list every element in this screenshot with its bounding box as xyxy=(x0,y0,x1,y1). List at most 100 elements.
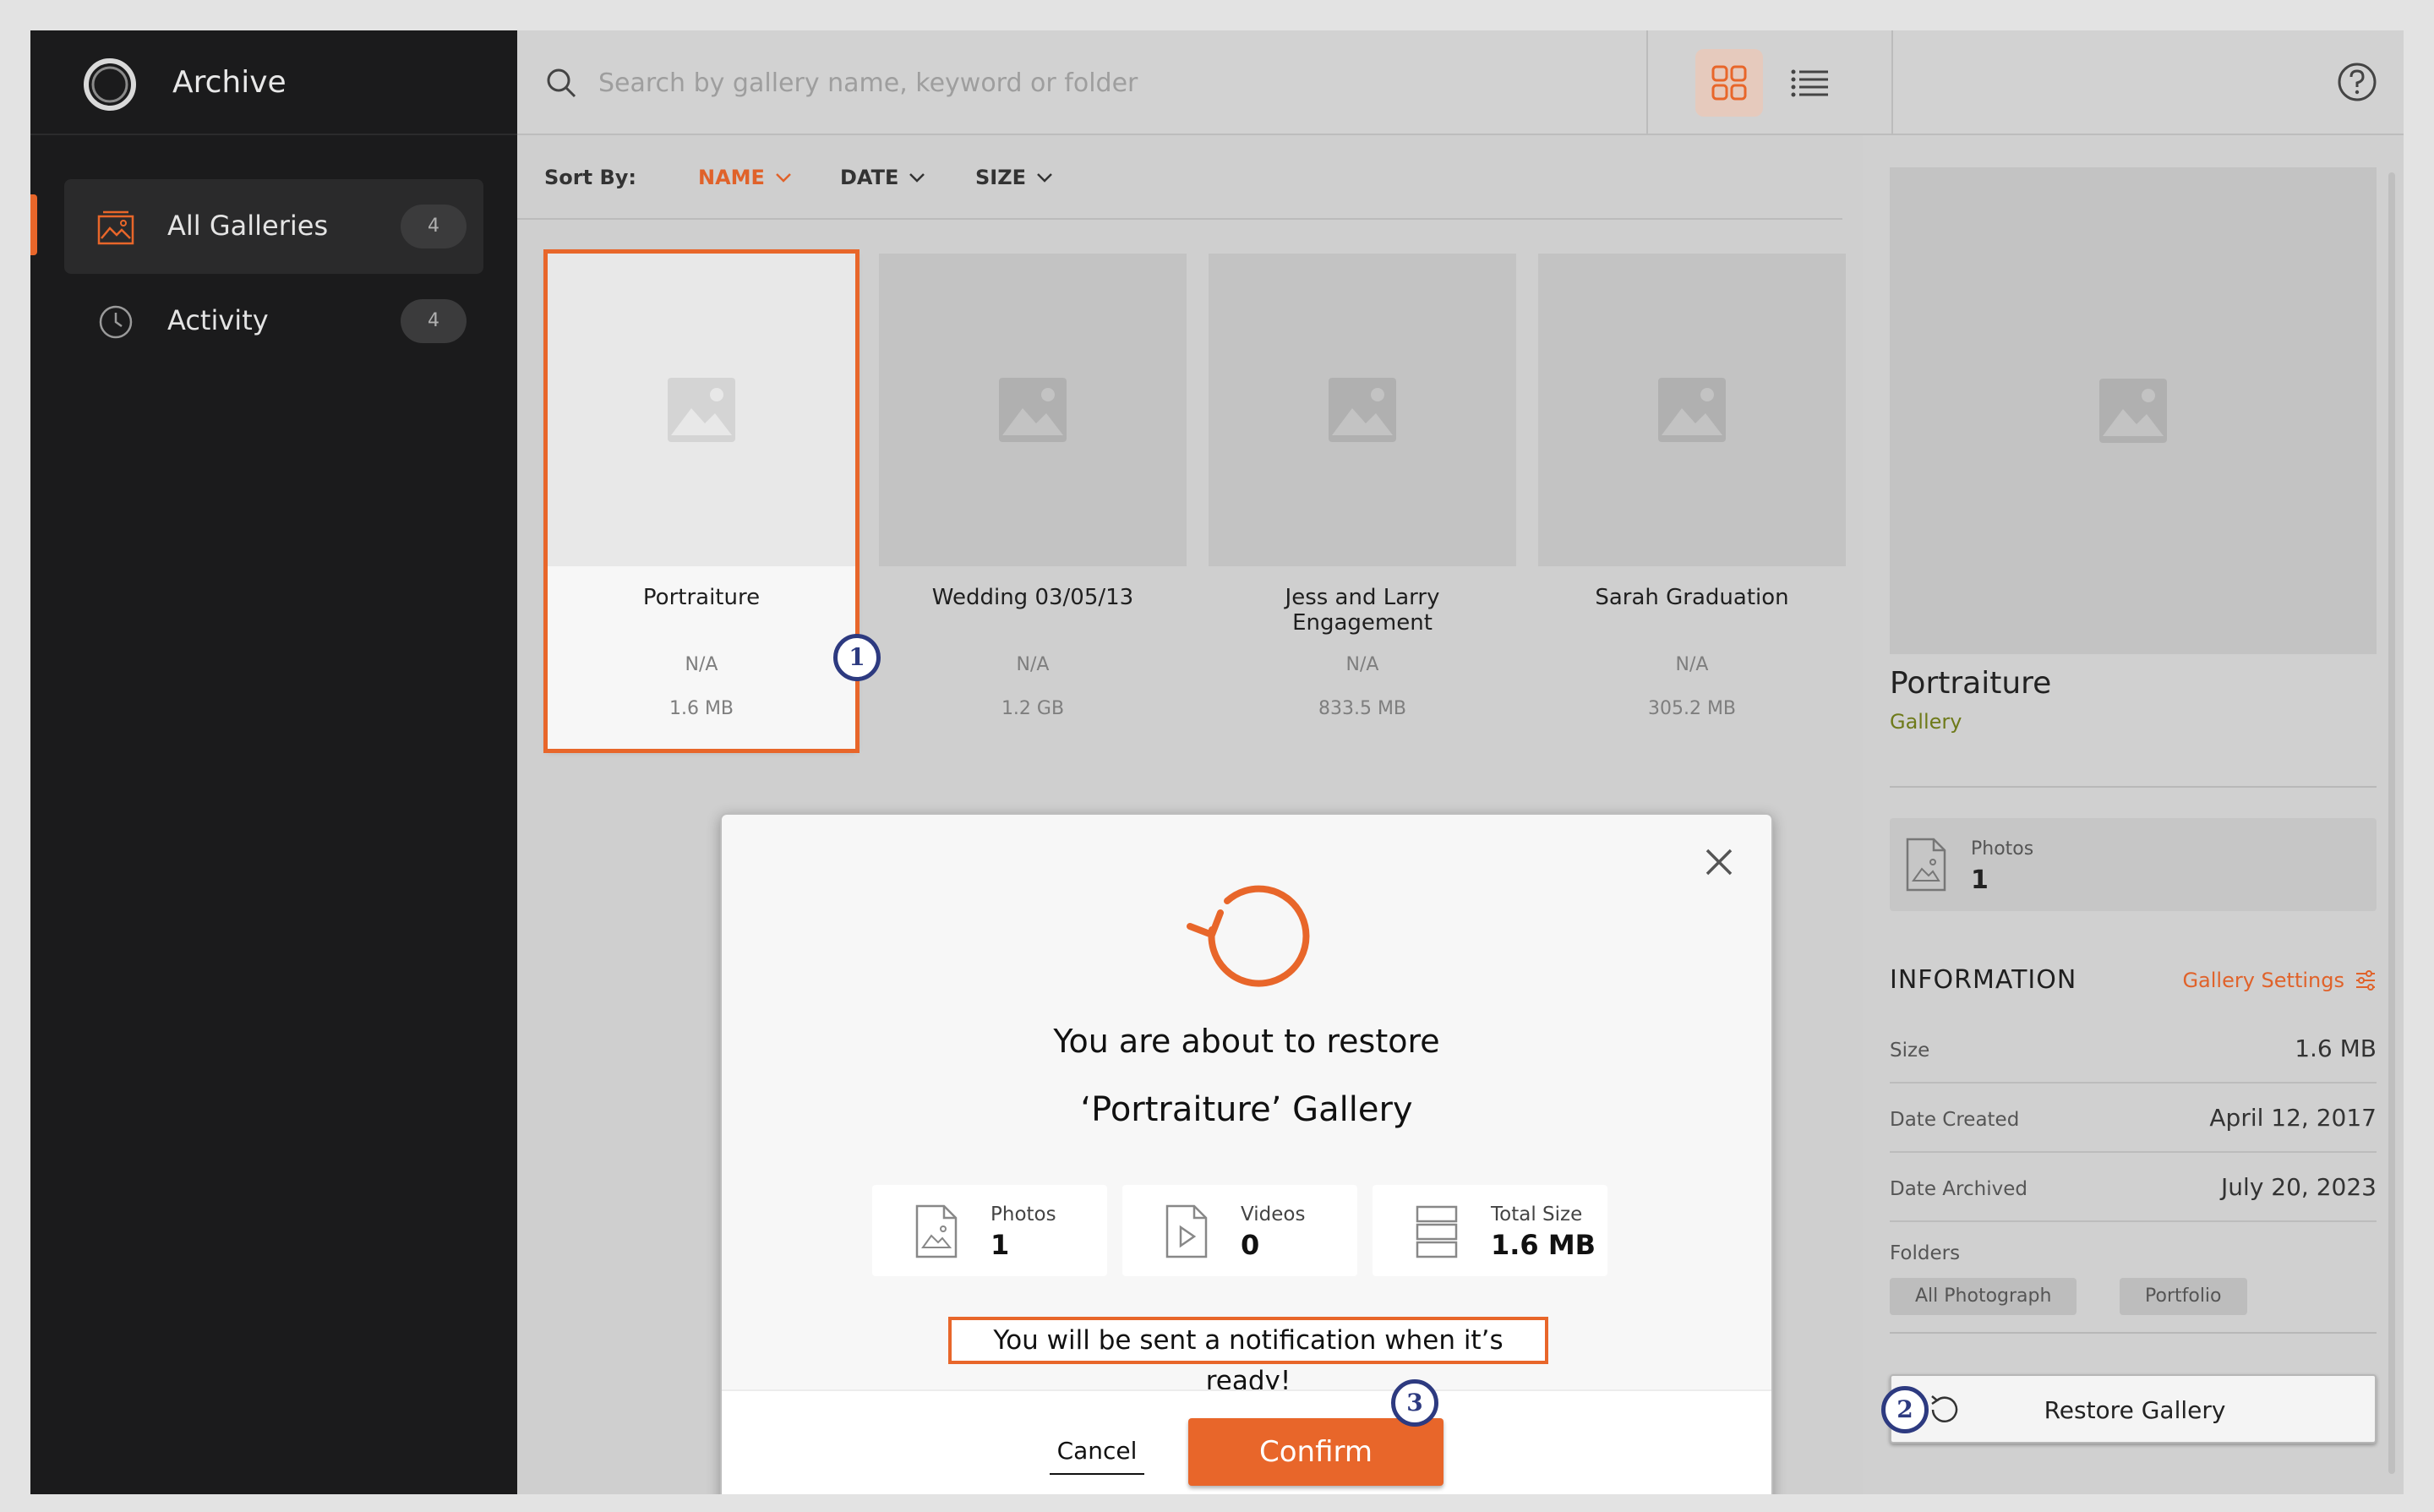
sidebar-item-all-galleries[interactable]: All Galleries 4 xyxy=(64,179,483,274)
info-row-size: Size 1.6 MB xyxy=(1890,1014,2377,1084)
help-icon[interactable] xyxy=(2336,61,2378,103)
app-window: Archive All Galleries 4 Activity 4 Searc… xyxy=(30,30,2404,1494)
stat-value: 1 xyxy=(991,1229,1010,1261)
sort-by-size[interactable]: SIZE xyxy=(975,166,1053,189)
storage-icon xyxy=(1416,1205,1458,1258)
list-icon xyxy=(1791,69,1828,97)
stat-value: 1.6 MB xyxy=(1491,1229,1596,1261)
info-key: Size xyxy=(1890,1040,1930,1062)
dialog-footer: Cancel Confirm xyxy=(722,1389,1771,1494)
gallery-icon xyxy=(97,210,134,245)
grid-view-button[interactable] xyxy=(1695,49,1763,117)
gallery-thumbnail xyxy=(1538,254,1846,566)
gallery-thumbnail xyxy=(879,254,1187,566)
info-key: Date Created xyxy=(1890,1109,2020,1131)
folders-label: Folders xyxy=(1890,1242,1961,1264)
sort-label: Sort By: xyxy=(544,166,636,189)
restore-dialog: You are about to restore ‘Portraiture’ G… xyxy=(720,813,1773,1494)
sort-by-date[interactable]: DATE xyxy=(840,166,925,189)
grid-icon xyxy=(1711,65,1747,101)
folder-chip[interactable]: All Photograph xyxy=(1890,1278,2077,1315)
step-marker-1: 1 xyxy=(833,634,881,681)
sidebar-item-label: Activity xyxy=(167,304,269,336)
stat-value: 0 xyxy=(1241,1229,1260,1261)
gallery-card-sarah-graduation[interactable]: Sarah Graduation N/A 305.2 MB xyxy=(1538,254,1846,749)
gallery-detail-panel: Portraiture Gallery Photos 1 INFORMATION… xyxy=(1863,135,2404,1494)
gallery-card-jess-larry[interactable]: Jess and Larry Engagement N/A 833.5 MB xyxy=(1209,254,1516,749)
gallery-card-portraiture[interactable]: Portraiture N/A 1.6 MB xyxy=(543,249,860,753)
clock-icon xyxy=(99,305,133,339)
information-heading: INFORMATION xyxy=(1890,965,2077,995)
image-placeholder-icon xyxy=(2099,379,2167,443)
info-value: 1.6 MB xyxy=(2295,1034,2377,1062)
stat-label: Photos xyxy=(991,1204,1056,1225)
gallery-size: 305.2 MB xyxy=(1647,698,1737,719)
gallery-settings-link[interactable]: Gallery Settings xyxy=(2182,969,2377,992)
stat-photos: Photos 1 xyxy=(872,1185,1107,1276)
toolbar-divider xyxy=(1646,30,1648,135)
divider xyxy=(1890,786,2377,788)
sort-bar: Sort By: NAME DATE SIZE xyxy=(517,135,1842,220)
info-key: Date Archived xyxy=(1890,1178,2027,1200)
sort-option-label: SIZE xyxy=(975,166,1027,189)
chevron-down-icon xyxy=(909,173,925,183)
dialog-heading: You are about to restore xyxy=(1053,1023,1440,1060)
photo-file-icon xyxy=(915,1204,958,1258)
app-title: Archive xyxy=(172,65,287,100)
chevron-down-icon xyxy=(1037,173,1052,183)
search-input[interactable] xyxy=(598,52,1613,113)
image-placeholder-icon xyxy=(999,378,1067,442)
gallery-date: N/A xyxy=(1675,654,1709,675)
video-file-icon xyxy=(1165,1204,1208,1258)
info-row-date-created: Date Created April 12, 2017 xyxy=(1890,1084,2377,1153)
top-bar xyxy=(517,30,2404,135)
detail-thumbnail xyxy=(1890,167,2377,654)
sidebar-item-activity[interactable]: Activity 4 xyxy=(64,274,483,368)
stat-total-size: Total Size 1.6 MB xyxy=(1373,1185,1607,1276)
sidebar: Archive All Galleries 4 Activity 4 xyxy=(30,30,517,1494)
gallery-size: 1.6 MB xyxy=(669,698,734,719)
sort-option-label: DATE xyxy=(840,166,899,189)
image-placeholder-icon xyxy=(1658,378,1726,442)
list-view-button[interactable] xyxy=(1776,49,1844,117)
cancel-button[interactable]: Cancel xyxy=(1050,1437,1144,1475)
image-placeholder-icon xyxy=(1329,378,1396,442)
photo-file-icon xyxy=(1906,838,1946,892)
dialog-gallery-name: ‘Portraiture’ Gallery xyxy=(1080,1090,1413,1129)
gallery-date: N/A xyxy=(1345,654,1379,675)
detail-title: Portraiture xyxy=(1890,666,2052,701)
restore-gallery-label: Restore Gallery xyxy=(2044,1396,2226,1424)
count-badge: 4 xyxy=(401,205,467,248)
gallery-name: Portraiture xyxy=(642,585,761,610)
active-nav-indicator xyxy=(30,194,37,255)
gallery-date: N/A xyxy=(1016,654,1050,675)
toolbar-divider xyxy=(1891,30,1893,135)
photos-label: Photos xyxy=(1971,838,2034,860)
gallery-name: Sarah Graduation xyxy=(1595,585,1789,610)
photos-count-box: Photos 1 xyxy=(1890,818,2377,911)
gallery-thumbnail xyxy=(548,254,855,566)
gallery-size: 833.5 MB xyxy=(1318,698,1407,719)
info-value: April 12, 2017 xyxy=(2209,1104,2377,1132)
folder-chip[interactable]: Portfolio xyxy=(2120,1278,2247,1315)
info-value: July 20, 2023 xyxy=(2221,1173,2377,1201)
divider xyxy=(1890,1332,2377,1334)
photos-count: 1 xyxy=(1971,865,1989,895)
restore-large-icon xyxy=(1187,885,1310,987)
sliders-icon xyxy=(2356,970,2375,991)
notification-notice: You will be sent a notification when it’… xyxy=(948,1317,1548,1396)
brand-header: Archive xyxy=(30,30,517,135)
image-placeholder-icon xyxy=(668,378,735,442)
confirm-button[interactable]: Confirm xyxy=(1188,1418,1443,1486)
step-marker-2: 2 xyxy=(1881,1386,1929,1433)
stat-videos: Videos 0 xyxy=(1122,1185,1357,1276)
detail-subtitle: Gallery xyxy=(1890,710,1962,734)
stat-label: Videos xyxy=(1241,1204,1306,1225)
restore-gallery-button[interactable]: Restore Gallery xyxy=(1890,1374,2377,1444)
sort-by-name[interactable]: NAME xyxy=(698,166,792,189)
close-icon[interactable] xyxy=(1702,845,1736,879)
gallery-card-wedding[interactable]: Wedding 03/05/13 N/A 1.2 GB xyxy=(879,254,1187,749)
panel-scrollbar[interactable] xyxy=(2388,172,2395,1474)
gallery-date: N/A xyxy=(685,654,718,675)
gallery-size: 1.2 GB xyxy=(1001,698,1065,719)
